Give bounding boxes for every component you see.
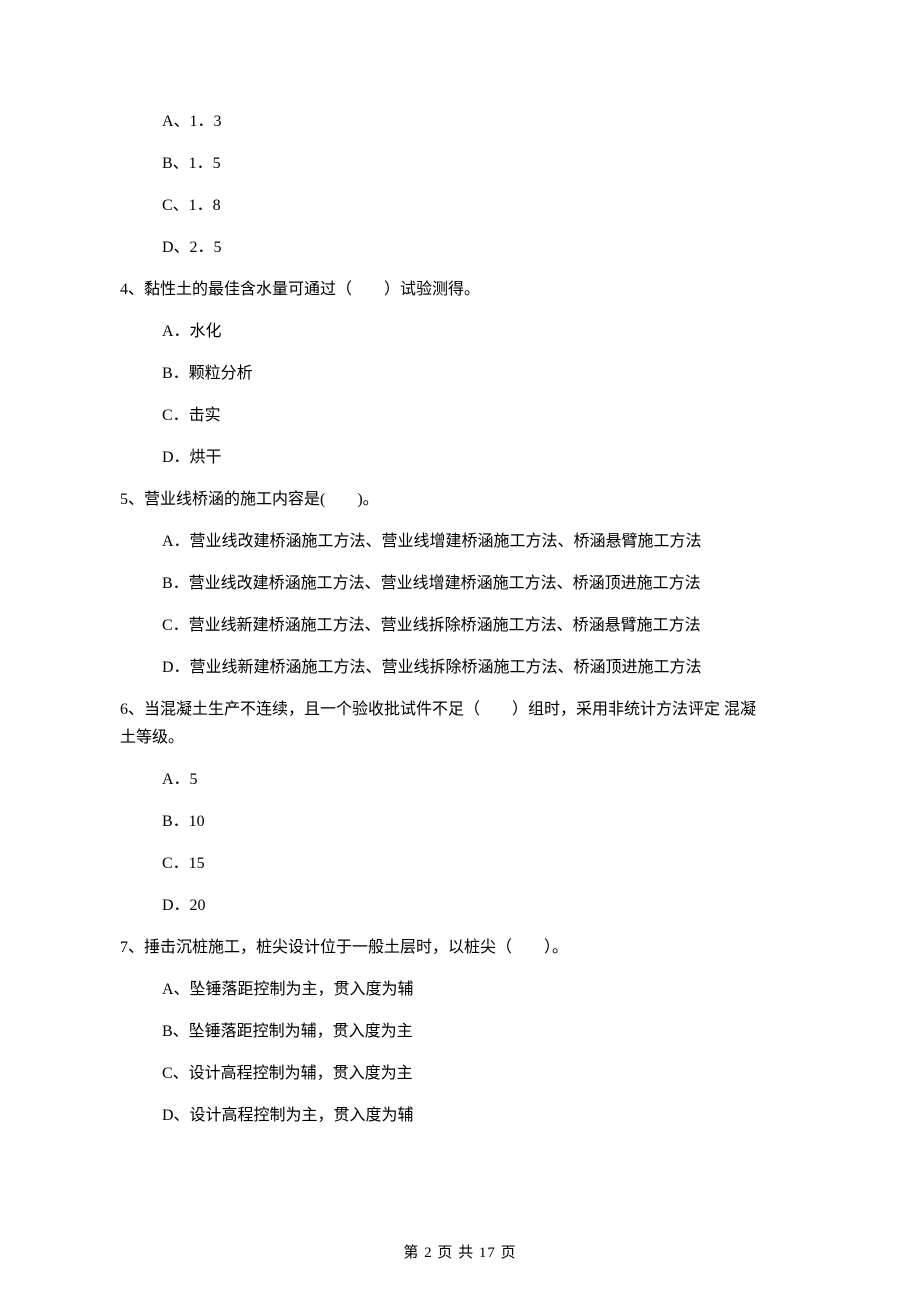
q3-option-a: A、1．3 (120, 110, 800, 134)
q7-stem: 7、捶击沉桩施工，桩尖设计位于一般土层时，以桩尖（ ）。 (120, 936, 800, 960)
q3-option-c: C、1．8 (120, 194, 800, 218)
q7-option-a: A、坠锤落距控制为主，贯入度为辅 (120, 978, 800, 1002)
q4-option-d: D．烘干 (120, 446, 800, 470)
q5-option-d: D．营业线新建桥涵施工方法、营业线拆除桥涵施工方法、桥涵顶进施工方法 (120, 656, 800, 680)
q3-option-d: D、2．5 (120, 236, 800, 260)
q7-option-c: C、设计高程控制为辅，贯入度为主 (120, 1062, 800, 1086)
q6-option-c: C．15 (120, 852, 800, 876)
q6-stem-line1: 6、当混凝土生产不连续，且一个验收批试件不足（ ）组时，采用非统计方法评定 混凝 (120, 698, 800, 722)
q6-option-b: B．10 (120, 810, 800, 834)
q7-option-b: B、坠锤落距控制为辅，贯入度为主 (120, 1020, 800, 1044)
q5-option-b: B．营业线改建桥涵施工方法、营业线增建桥涵施工方法、桥涵顶进施工方法 (120, 572, 800, 596)
q5-stem: 5、营业线桥涵的施工内容是( )。 (120, 488, 800, 512)
q6-stem-line2: 土等级。 (120, 726, 800, 750)
q6-option-d: D．20 (120, 894, 800, 918)
q6-option-a: A．5 (120, 768, 800, 792)
q4-option-b: B．颗粒分析 (120, 362, 800, 386)
q4-stem: 4、黏性土的最佳含水量可通过（ ）试验测得。 (120, 278, 800, 302)
q4-option-a: A．水化 (120, 320, 800, 344)
q7-option-d: D、设计高程控制为主，贯入度为辅 (120, 1104, 800, 1128)
page-footer: 第 2 页 共 17 页 (0, 1242, 920, 1265)
q5-option-a: A．营业线改建桥涵施工方法、营业线增建桥涵施工方法、桥涵悬臂施工方法 (120, 530, 800, 554)
q4-option-c: C．击实 (120, 404, 800, 428)
page: A、1．3 B、1．5 C、1．8 D、2．5 4、黏性土的最佳含水量可通过（ … (0, 0, 920, 1302)
q5-option-c: C．营业线新建桥涵施工方法、营业线拆除桥涵施工方法、桥涵悬臂施工方法 (120, 614, 800, 638)
q3-option-b: B、1．5 (120, 152, 800, 176)
